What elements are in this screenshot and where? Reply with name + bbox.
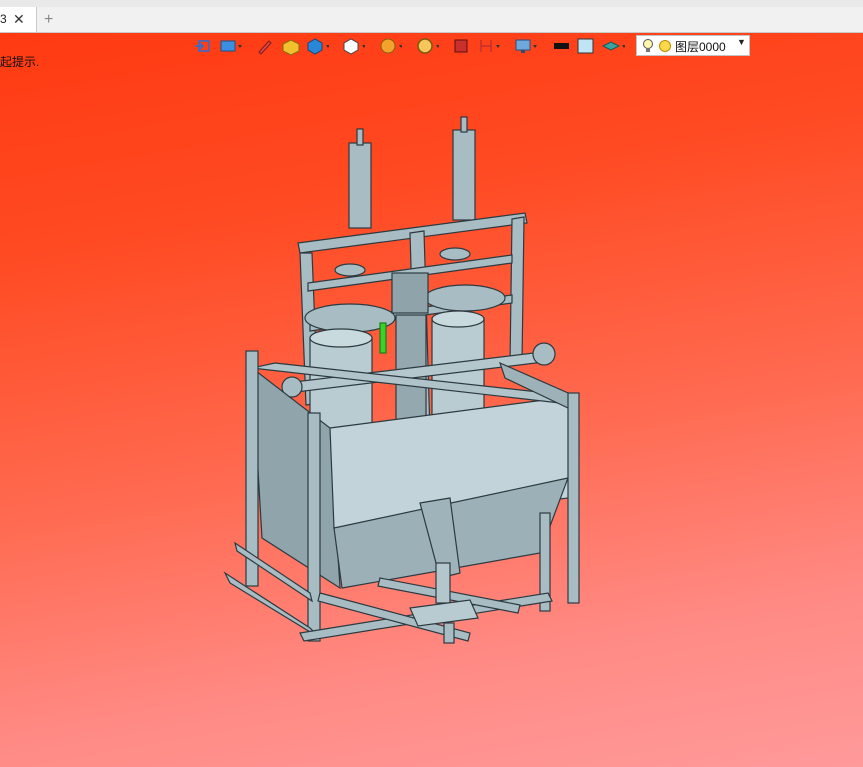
layer-color-icon	[659, 40, 671, 52]
machine-3d-model[interactable]	[0, 33, 863, 767]
wire-cube-icon[interactable]	[341, 36, 365, 56]
chevron-down-icon[interactable]: ▼	[737, 37, 746, 47]
layer-select[interactable]: 图层0000 ▼	[636, 35, 750, 56]
document-tab[interactable]: 3 ✕	[0, 7, 37, 32]
tab-bar: 3 ✕ +	[0, 7, 863, 33]
solid-box-icon[interactable]	[279, 36, 303, 56]
layer-name: 图层0000	[675, 40, 726, 54]
hint-text: 起提示.	[0, 55, 40, 69]
display-icon[interactable]	[513, 36, 537, 56]
title-strip	[0, 0, 863, 7]
light-blue-swatch[interactable]	[576, 36, 600, 56]
right-guide-rod	[452, 129, 476, 221]
lightbulb-icon[interactable]	[641, 38, 655, 59]
zoom-icon[interactable]	[415, 36, 439, 56]
close-icon[interactable]: ✕	[13, 7, 25, 32]
3d-viewport[interactable]: 起提示. 图层0000 ▼	[0, 33, 863, 767]
measure-icon[interactable]	[477, 36, 501, 56]
front-left-leg	[245, 350, 259, 587]
sketch-pen-icon[interactable]	[254, 36, 278, 56]
render-icon[interactable]	[451, 36, 475, 56]
view-orient-icon[interactable]	[218, 36, 242, 56]
section-icon[interactable]	[378, 36, 402, 56]
left-guide-rod	[348, 142, 372, 229]
document-tab-label: 3	[0, 12, 7, 26]
exit-icon[interactable]	[193, 36, 217, 56]
new-tab-button[interactable]: +	[44, 7, 53, 32]
shaded-cube-icon[interactable]	[305, 36, 329, 56]
black-color-swatch[interactable]	[551, 36, 575, 56]
layer-stack-icon[interactable]	[601, 36, 625, 56]
